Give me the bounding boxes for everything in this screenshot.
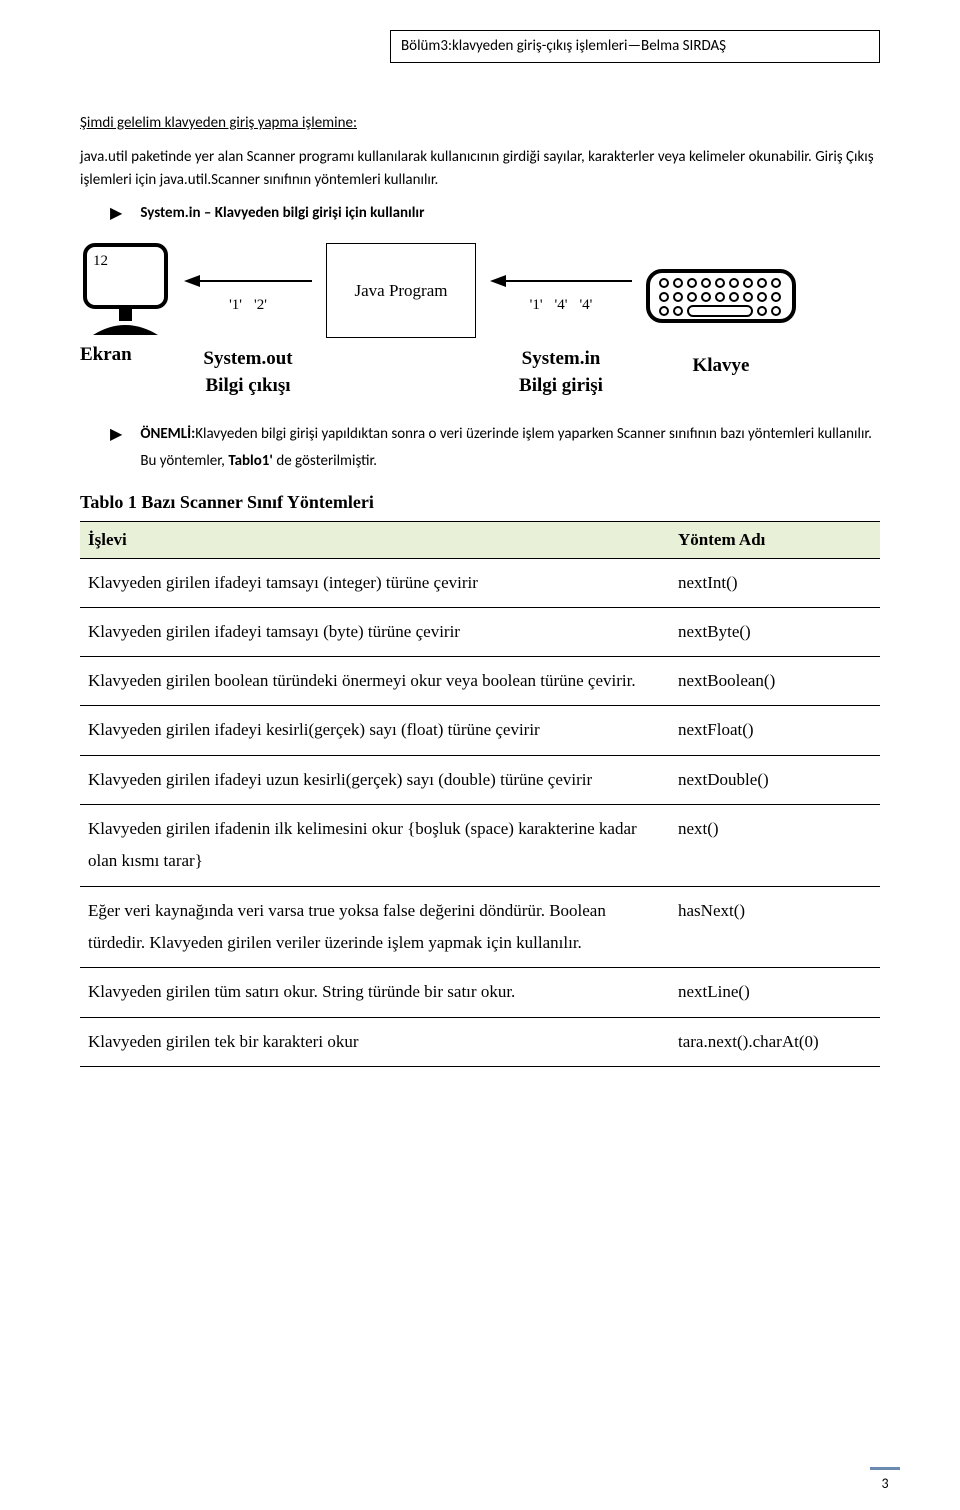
- table-row: Klavyeden girilen ifadeyi tamsayı (integ…: [80, 558, 880, 607]
- scanner-methods-table: İşlevi Yöntem Adı Klavyeden girilen ifad…: [80, 521, 880, 1067]
- document-header-text: Bölüm3:klavyeden giriş-çıkış işlemleri—B…: [401, 37, 726, 55]
- table-row: Klavyeden girilen ifadenin ilk kelimesin…: [80, 805, 880, 887]
- triangle-bullet-icon: ▶: [110, 203, 122, 225]
- intro-paragraph-text: java.util paketinde yer alan Scanner pro…: [80, 148, 874, 189]
- in-seq-0: '1': [530, 295, 543, 316]
- cell-desc: Klavyeden girilen boolean türündeki öner…: [80, 657, 670, 706]
- cell-desc: Klavyeden girilen ifadeyi tamsayı (byte)…: [80, 607, 670, 656]
- left-arrow-icon: [180, 271, 316, 291]
- document-header-box: Bölüm3:klavyeden giriş-çıkış işlemleri—B…: [390, 30, 880, 63]
- table-header-yontem: Yöntem Adı: [670, 521, 880, 558]
- page-number: 3: [870, 1467, 900, 1494]
- keyboard-column: Klavye: [646, 269, 796, 380]
- section-title-text: Şimdi gelelim klavyeden giriş yapma işle…: [80, 114, 357, 132]
- cell-method: nextByte(): [670, 607, 880, 656]
- onemli-sub: Bu yöntemler, Tablo1' de gösterilmiştir.: [140, 452, 377, 470]
- table-row: Klavyeden girilen tek bir karakteri okur…: [80, 1017, 880, 1066]
- cell-desc: Klavyeden girilen ifadeyi tamsayı (integ…: [80, 558, 670, 607]
- in-seq-1: '4': [555, 295, 568, 316]
- cell-method: next(): [670, 805, 880, 887]
- cell-method: nextDouble(): [670, 755, 880, 804]
- table-row: Klavyeden girilen tüm satırı okur. Strin…: [80, 968, 880, 1017]
- right-arrow-column: '1' '4' '4': [486, 271, 636, 316]
- cell-method: tara.next().charAt(0): [670, 1017, 880, 1066]
- table-row: Klavyeden girilen boolean türündeki öner…: [80, 657, 880, 706]
- cell-desc: Klavyeden girilen ifadeyi uzun kesirli(g…: [80, 755, 670, 804]
- table-caption: Tablo 1 Bazı Scanner Sınıf Yöntemleri: [80, 490, 880, 515]
- right-arrow-icon: [486, 271, 636, 291]
- bullet-system-in: ▶ System.in – Klavyeden bilgi girişi içi…: [110, 203, 880, 225]
- cell-desc: Klavyeden girilen ifadenin ilk kelimesin…: [80, 805, 670, 887]
- table-row: Klavyeden girilen ifadeyi kesirli(gerçek…: [80, 706, 880, 755]
- monitor-column: 12 Ekran: [80, 243, 170, 369]
- table-row: Eğer veri kaynağında veri varsa true yok…: [80, 886, 880, 968]
- cell-method: nextLine(): [670, 968, 880, 1017]
- bullet-onemli-content: ÖNEMLİ:Klavyeden bilgi girişi yapıldıkta…: [140, 424, 872, 472]
- table-row: Klavyeden girilen ifadeyi tamsayı (byte)…: [80, 607, 880, 656]
- bullet-onemli: ▶ ÖNEMLİ:Klavyeden bilgi girişi yapıldık…: [110, 424, 880, 472]
- table-row: Klavyeden girilen ifadeyi uzun kesirli(g…: [80, 755, 880, 804]
- cell-method: nextInt(): [670, 558, 880, 607]
- section-title: Şimdi gelelim klavyeden giriş yapma işle…: [80, 113, 880, 134]
- monitor-icon: 12: [83, 243, 168, 338]
- in-seq-2: '4': [579, 295, 592, 316]
- system-in-label: System.in: [522, 346, 601, 373]
- ekran-label: Ekran: [80, 342, 132, 369]
- triangle-bullet-icon: ▶: [110, 424, 122, 446]
- table-header-row: İşlevi Yöntem Adı: [80, 521, 880, 558]
- onemli-text: Klavyeden bilgi girişi yapıldıktan sonra…: [195, 425, 872, 443]
- bilgi-cikisi-label: Bilgi çıkışı: [206, 373, 291, 400]
- cell-desc: Eğer veri kaynağında veri varsa true yok…: [80, 886, 670, 968]
- onemli-sub-post: de gösterilmiştir.: [273, 452, 377, 470]
- onemli-sub-pre: Bu yöntemler,: [140, 452, 228, 470]
- cell-method: nextFloat(): [670, 706, 880, 755]
- cell-desc: Klavyeden girilen tek bir karakteri okur: [80, 1017, 670, 1066]
- cell-method: nextBoolean(): [670, 657, 880, 706]
- left-arrow-column: '1' '2': [180, 271, 316, 316]
- keyboard-icon: [646, 269, 796, 327]
- intro-paragraph: java.util paketinde yer alan Scanner pro…: [80, 146, 880, 191]
- program-box: Java Program: [326, 243, 476, 338]
- out-seq-1: '2': [254, 295, 267, 316]
- bullet-system-in-text: System.in – Klavyeden bilgi girişi için …: [140, 203, 424, 224]
- cell-method: hasNext(): [670, 886, 880, 968]
- cell-desc: Klavyeden girilen tüm satırı okur. Strin…: [80, 968, 670, 1017]
- io-diagram: 12 Ekran '1' '2' System.out Bilgi çıkışı: [80, 243, 880, 399]
- klavye-label: Klavye: [693, 353, 750, 380]
- program-box-label: Java Program: [354, 279, 447, 303]
- table-header-islevi: İşlevi: [80, 521, 670, 558]
- bilgi-girisi-label: Bilgi girişi: [519, 373, 603, 400]
- system-out-label: System.out: [203, 346, 292, 373]
- tablo1-bold: Tablo1': [228, 452, 273, 470]
- out-seq-0: '1': [229, 295, 242, 316]
- cell-desc: Klavyeden girilen ifadeyi kesirli(gerçek…: [80, 706, 670, 755]
- monitor-number: 12: [93, 253, 108, 269]
- onemli-label: ÖNEMLİ:: [140, 425, 195, 443]
